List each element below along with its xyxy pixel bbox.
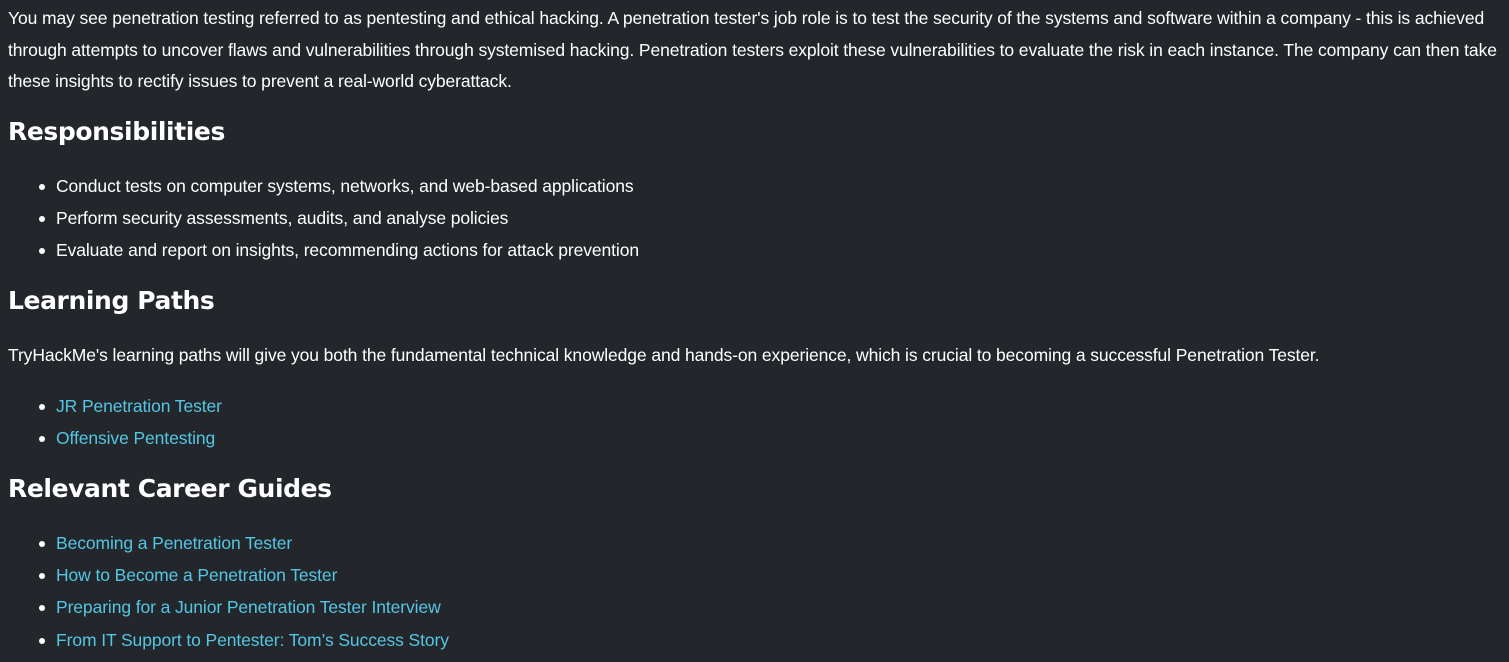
link-how-to-become-penetration-tester[interactable]: How to Become a Penetration Tester [56, 565, 337, 585]
link-jr-penetration-tester[interactable]: JR Penetration Tester [56, 396, 222, 416]
list-item: Offensive Pentesting [39, 422, 1501, 454]
learning-paths-description: TryHackMe's learning paths will give you… [8, 344, 1320, 365]
link-junior-pentester-interview[interactable]: Preparing for a Junior Penetration Teste… [56, 597, 441, 617]
list-item: Evaluate and report on insights, recomme… [39, 234, 1501, 266]
career-guides-list: Becoming a Penetration Tester How to Bec… [8, 527, 1501, 657]
responsibilities-list: Conduct tests on computer systems, netwo… [8, 170, 1501, 267]
career-guides-heading: Relevant Career Guides [8, 473, 332, 503]
list-item: From IT Support to Pentester: Tom’s Succ… [39, 624, 1501, 656]
intro-paragraph: You may see penetration testing referred… [8, 8, 1497, 91]
list-item: Conduct tests on computer systems, netwo… [39, 170, 1501, 202]
list-item: Preparing for a Junior Penetration Teste… [39, 591, 1501, 623]
link-tom-success-story[interactable]: From IT Support to Pentester: Tom’s Succ… [56, 630, 449, 650]
list-item: Perform security assessments, audits, an… [39, 202, 1501, 234]
link-offensive-pentesting[interactable]: Offensive Pentesting [56, 428, 215, 448]
learning-paths-list: JR Penetration Tester Offensive Pentesti… [8, 390, 1501, 455]
link-becoming-penetration-tester[interactable]: Becoming a Penetration Tester [56, 533, 292, 553]
list-item: How to Become a Penetration Tester [39, 559, 1501, 591]
list-item: Becoming a Penetration Tester [39, 527, 1501, 559]
article-content: You may see penetration testing referred… [0, 0, 1509, 662]
list-item: JR Penetration Tester [39, 390, 1501, 422]
responsibilities-heading: Responsibilities [8, 116, 225, 146]
learning-paths-heading: Learning Paths [8, 285, 215, 315]
